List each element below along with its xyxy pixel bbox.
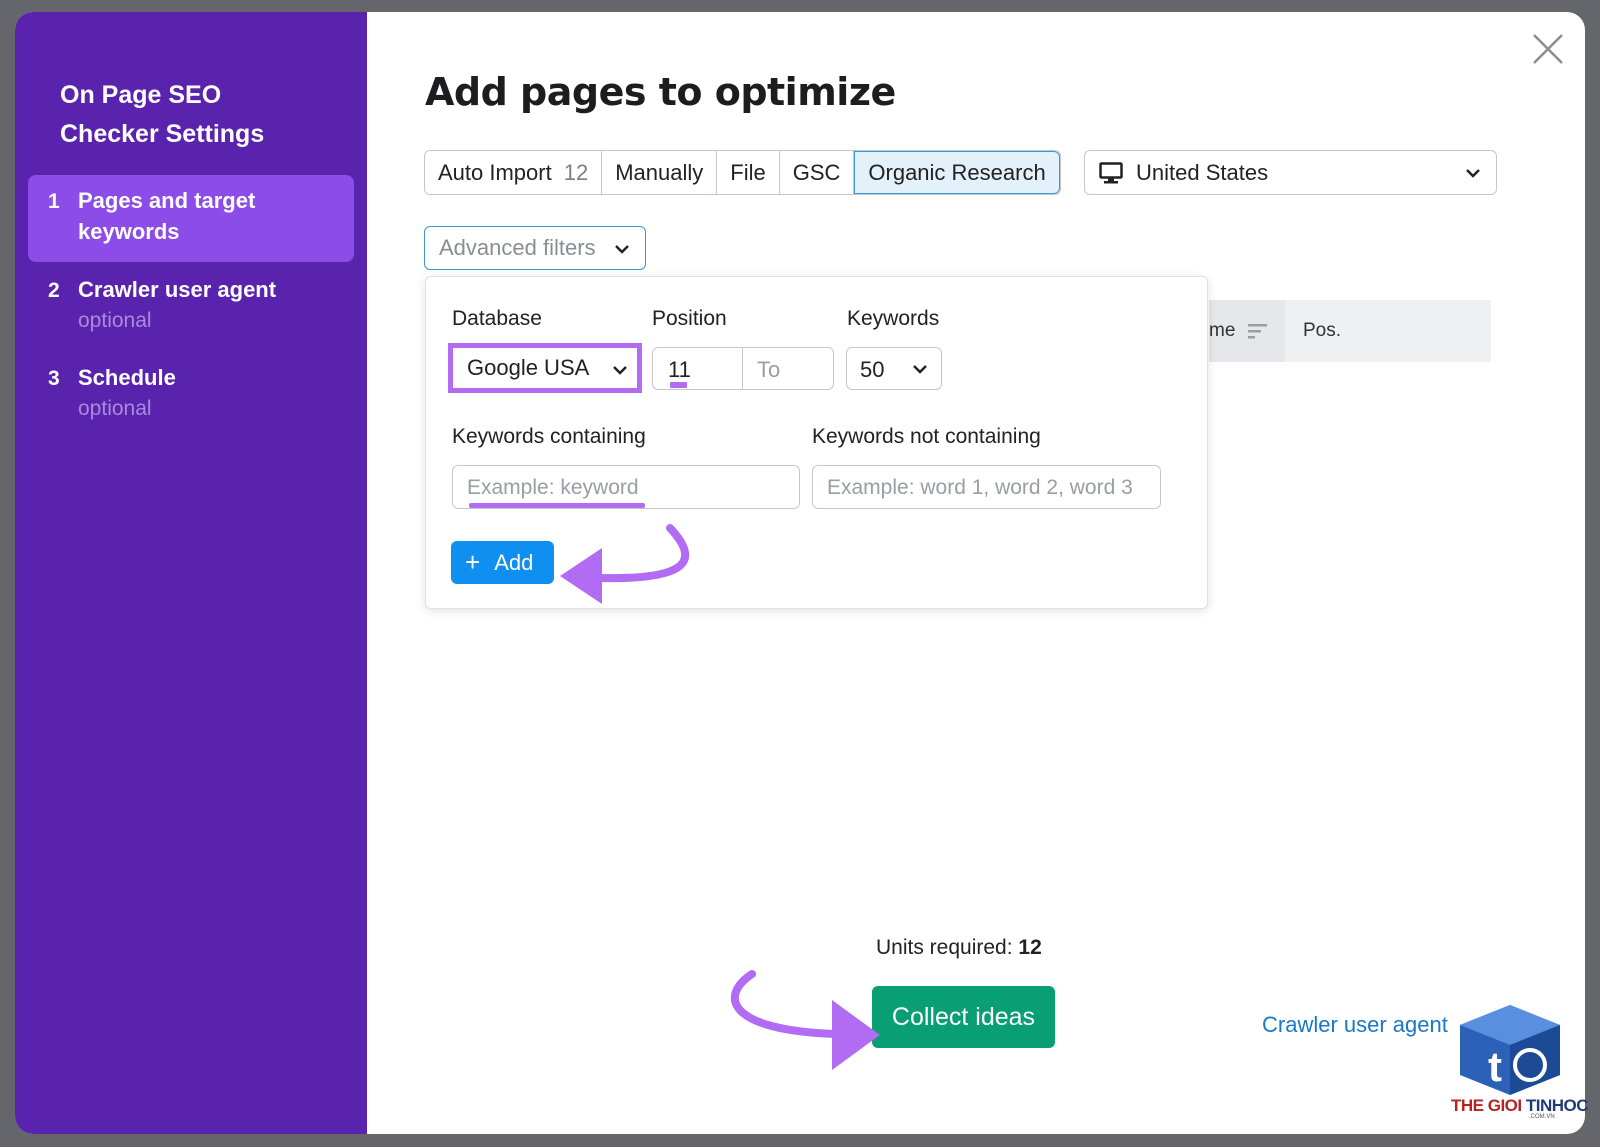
- keywords-containing-input[interactable]: Example: keyword: [452, 465, 800, 509]
- units-required: Units required: 12: [876, 936, 1042, 960]
- page-title: Add pages to optimize: [425, 70, 896, 114]
- tab-count: 12: [563, 159, 589, 185]
- units-value: 12: [1018, 936, 1042, 959]
- sidebar: On Page SEO Checker Settings 1 Pages and…: [15, 12, 367, 1134]
- sidebar-step-crawler[interactable]: 2 Crawler user agent optional: [28, 274, 354, 344]
- watermark-domain: .COM.VN: [1529, 1114, 1555, 1120]
- advanced-filters-label: Advanced filters: [439, 235, 596, 260]
- database-label: Database: [452, 307, 542, 330]
- tab-manually[interactable]: Manually: [602, 151, 718, 194]
- chevron-down-icon: [1466, 169, 1480, 178]
- desktop-icon: [1099, 161, 1123, 183]
- next-step-link[interactable]: Crawler user agent: [1262, 1012, 1448, 1038]
- collect-ideas-button[interactable]: Collect ideas: [872, 986, 1055, 1048]
- table-header: me Pos.: [1209, 300, 1491, 362]
- keywords-not-containing-placeholder: Example: word 1, word 2, word 3: [827, 476, 1133, 499]
- plus-icon: +: [465, 547, 481, 577]
- step-label: Schedule: [78, 365, 176, 390]
- watermark-brand-a: THE GIOI: [1451, 1096, 1522, 1115]
- tab-file[interactable]: File: [717, 151, 780, 194]
- position-label: Position: [652, 307, 727, 330]
- sidebar-step-schedule[interactable]: 3 Schedule optional: [28, 362, 354, 432]
- svg-text:t: t: [1488, 1043, 1502, 1090]
- database-select[interactable]: Google USA: [448, 343, 642, 393]
- chevron-down-icon: [615, 245, 629, 254]
- column-header-name[interactable]: me: [1209, 300, 1285, 362]
- tab-gsc[interactable]: GSC: [779, 151, 855, 194]
- step-number: 3: [48, 367, 60, 390]
- tab-auto-import[interactable]: Auto Import 12: [425, 151, 603, 194]
- sidebar-title: On Page SEO Checker Settings: [60, 81, 265, 148]
- step-number: 2: [48, 279, 60, 302]
- chevron-down-icon: [613, 366, 627, 375]
- watermark-logo-icon: t: [1460, 1005, 1560, 1095]
- advanced-filters-panel: Database Position Keywords Google USA 11…: [425, 276, 1208, 609]
- keywords-label: Keywords: [847, 307, 940, 330]
- step-number: 1: [48, 190, 60, 213]
- step-optional: optional: [78, 397, 152, 420]
- main-panel: Add pages to optimize Auto Import 12 Man…: [367, 12, 1585, 1134]
- sort-icon: [1248, 324, 1268, 339]
- import-tabs: Auto Import 12 Manually File GSC Organic…: [424, 150, 1061, 195]
- watermark-text: THE GIOI TINHOC: [1451, 1096, 1589, 1116]
- position-to-placeholder: To: [757, 357, 781, 382]
- country-value: United States: [1136, 159, 1269, 185]
- keywords-count-value: 50: [860, 357, 885, 382]
- column-header-pos[interactable]: Pos.: [1285, 300, 1341, 362]
- settings-modal: On Page SEO Checker Settings 1 Pages and…: [15, 12, 1585, 1134]
- units-label: Units required:: [876, 936, 1013, 959]
- keywords-containing-placeholder: Example: keyword: [467, 476, 639, 499]
- database-value: Google USA: [467, 355, 590, 380]
- chevron-down-icon: [913, 365, 927, 374]
- tab-organic-research[interactable]: Organic Research: [854, 151, 1060, 194]
- keywords-containing-label: Keywords containing: [452, 425, 646, 448]
- highlight-underline: [670, 382, 687, 388]
- country-select[interactable]: United States: [1084, 150, 1497, 195]
- tab-label: Auto Import: [438, 159, 552, 185]
- add-label: Add: [494, 549, 534, 575]
- position-from-value: 11: [668, 357, 691, 382]
- keywords-not-containing-input[interactable]: Example: word 1, word 2, word 3: [812, 465, 1161, 509]
- advanced-filters-button[interactable]: Advanced filters: [424, 226, 646, 270]
- keywords-not-containing-label: Keywords not containing: [812, 425, 1041, 448]
- keywords-count-select[interactable]: 50: [846, 347, 942, 390]
- position-to-input[interactable]: To: [742, 347, 834, 390]
- step-label: Pages and target keywords: [78, 188, 256, 244]
- close-icon[interactable]: [1531, 32, 1565, 66]
- position-from-input[interactable]: 11: [652, 347, 743, 390]
- step-optional: optional: [78, 309, 152, 332]
- sidebar-step-pages[interactable]: 1 Pages and target keywords: [28, 175, 354, 262]
- highlight-underline: [469, 503, 645, 508]
- add-filter-button[interactable]: + Add: [451, 541, 554, 584]
- column-label: me: [1209, 320, 1236, 341]
- watermark-brand-b: TINHOC: [1525, 1096, 1589, 1115]
- step-label: Crawler user agent: [78, 277, 277, 302]
